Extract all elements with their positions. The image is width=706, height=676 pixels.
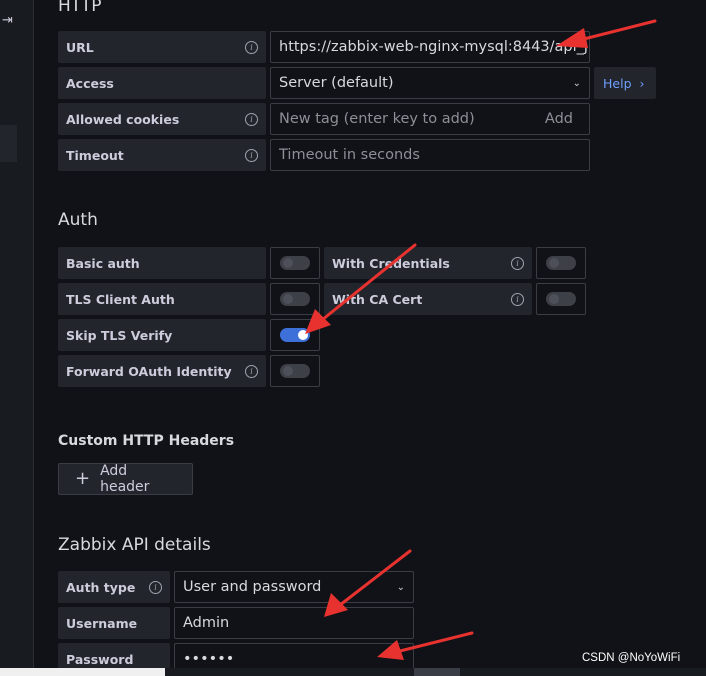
auth-section-title: Auth [58,210,98,230]
url-input[interactable]: https://zabbix-web-nginx-mysql:8443/api_… [270,31,590,63]
timeout-label: Timeout i [58,139,266,171]
allowed-cookies-input[interactable]: New tag (enter key to add) Add [270,103,590,135]
auth-type-label: Auth type i [58,571,170,603]
add-tag-button[interactable]: Add [545,111,581,127]
horizontal-scrollbar[interactable] [0,668,706,676]
allowed-cookies-label: Allowed cookies i [58,103,266,135]
access-select[interactable]: Server (default) ⌄ [270,67,590,99]
forward-oauth-toggle[interactable] [270,355,320,387]
with-ca-cert-label: With CA Cert i [324,283,532,315]
forward-oauth-label: Forward OAuth Identity i [58,355,266,387]
chevron-right-icon: › [639,75,645,91]
info-icon[interactable]: i [511,256,524,270]
info-icon[interactable]: i [149,580,162,594]
tls-client-auth-toggle[interactable] [270,283,320,315]
with-credentials-label: With Credentials i [324,247,532,279]
plus-icon: + [75,468,91,489]
url-label: URL i [58,31,266,63]
access-label: Access [58,67,266,99]
sidebar-selected-item[interactable] [0,125,17,162]
basic-auth-toggle[interactable] [270,247,320,279]
custom-headers-title: Custom HTTP Headers [58,433,235,449]
auth-type-select[interactable]: User and password ⌄ [174,571,414,603]
chevron-down-icon: ⌄ [572,77,581,89]
info-icon[interactable]: i [245,364,258,378]
basic-auth-label: Basic auth [58,247,266,279]
watermark: CSDN @NoYoWiFi [582,652,681,664]
help-button[interactable]: Help › [594,67,656,99]
chevron-down-icon: ⌄ [396,581,405,593]
username-label: Username [58,607,170,639]
dock-panel-icon[interactable]: ⇥ [2,13,13,28]
info-icon[interactable]: i [245,40,258,54]
username-input[interactable]: Admin [174,607,414,639]
add-header-button[interactable]: + Add header [58,463,193,495]
skip-tls-verify-toggle[interactable] [270,319,320,351]
info-icon[interactable]: i [245,148,258,162]
info-icon[interactable]: i [511,292,524,306]
info-icon[interactable]: i [245,112,258,126]
timeout-input[interactable]: Timeout in seconds [270,139,590,171]
datasource-settings: HTTP URL i https://zabbix-web-nginx-mysq… [34,0,706,675]
zabbix-section-title: Zabbix API details [58,535,211,555]
with-ca-cert-toggle[interactable] [536,283,586,315]
http-section-title: HTTP [58,0,102,16]
scrollbar-thumb[interactable] [414,668,460,676]
skip-tls-verify-label: Skip TLS Verify [58,319,266,351]
with-credentials-toggle[interactable] [536,247,586,279]
left-sidebar: ⇥ [0,0,34,668]
tls-client-auth-label: TLS Client Auth [58,283,266,315]
